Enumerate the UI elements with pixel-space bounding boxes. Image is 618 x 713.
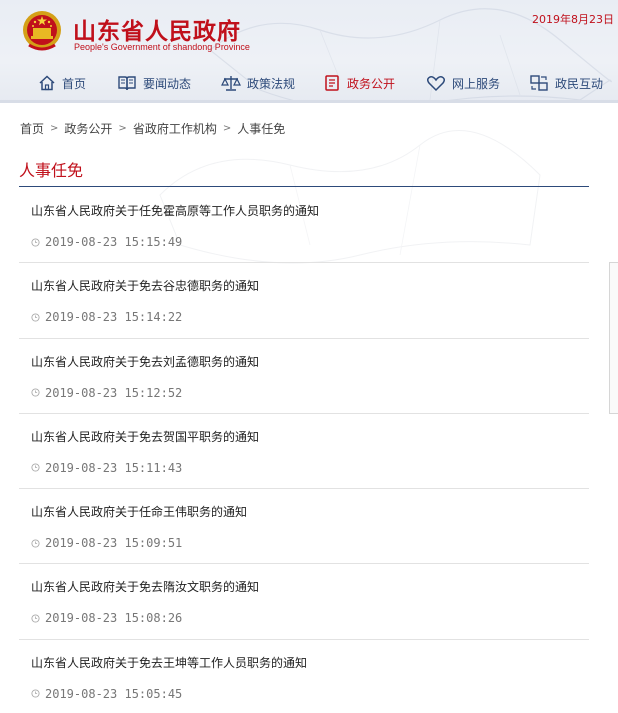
breadcrumb-separator: > — [222, 122, 232, 134]
breadcrumb-current: 人事任免 — [237, 121, 286, 136]
article-timestamp: 2019-08-23 15:12:52 — [31, 386, 182, 400]
clock-icon — [31, 313, 40, 322]
list-item: 山东省人民政府关于免去王坤等工作人员职务的通知 2019-08-23 15:05… — [19, 640, 589, 713]
list-item: 山东省人民政府关于任命王伟职务的通知 2019-08-23 15:09:51 — [19, 489, 589, 565]
article-timestamp: 2019-08-23 15:08:26 — [31, 611, 182, 625]
clock-icon — [31, 689, 40, 698]
article-time: 2019-08-23 15:05:45 — [45, 686, 183, 701]
article-time: 2019-08-23 15:14:22 — [45, 310, 183, 325]
article-timestamp: 2019-08-23 15:14:22 — [31, 310, 182, 324]
nav-item-news[interactable]: 要闻动态 — [117, 68, 191, 98]
heart-icon — [426, 76, 446, 92]
nav-label: 网上服务 — [452, 76, 501, 91]
article-link[interactable]: 山东省人民政府关于免去贺国平职务的通知 — [31, 428, 259, 445]
breadcrumb-gov-affairs[interactable]: 政务公开 — [64, 120, 112, 137]
article-link[interactable]: 山东省人民政府关于任命王伟职务的通知 — [31, 503, 247, 520]
article-link[interactable]: 山东省人民政府关于免去王坤等工作人员职务的通知 — [31, 654, 307, 671]
national-emblem-icon — [23, 11, 61, 51]
nav-item-home[interactable]: 首页 — [38, 68, 86, 98]
main-nav: 首页 要闻动态 政策法规 政务公开 网上服务 政民互动 — [0, 68, 618, 98]
section-title: 人事任免 — [19, 161, 84, 180]
article-time: 2019-08-23 15:09:51 — [45, 536, 183, 551]
article-timestamp: 2019-08-23 15:05:45 — [31, 687, 182, 701]
list-item: 山东省人民政府关于免去刘孟德职务的通知 2019-08-23 15:12:52 — [19, 339, 589, 414]
nav-label: 政民互动 — [555, 76, 604, 91]
article-link[interactable]: 山东省人民政府关于任免霍高原等工作人员职务的通知 — [31, 202, 319, 219]
document-icon — [325, 75, 339, 91]
article-link[interactable]: 山东省人民政府关于免去谷忠德职务的通知 — [31, 277, 259, 294]
clock-icon — [31, 614, 40, 623]
site-title: 山东省人民政府 — [73, 18, 241, 45]
article-time: 2019-08-23 15:11:43 — [45, 460, 183, 475]
article-time: 2019-08-23 15:15:49 — [45, 235, 183, 249]
nav-label: 政策法规 — [247, 76, 296, 91]
article-timestamp: 2019-08-23 15:11:43 — [31, 461, 182, 475]
nav-item-gov-affairs[interactable]: 政务公开 — [323, 68, 395, 98]
breadcrumb-agencies[interactable]: 省政府工作机构 — [133, 120, 217, 137]
list-item: 山东省人民政府关于免去隋汝文职务的通知 2019-08-23 15:08:26 — [19, 564, 589, 640]
interaction-icon — [530, 75, 548, 91]
nav-label: 要闻动态 — [143, 76, 192, 91]
article-link[interactable]: 山东省人民政府关于免去刘孟德职务的通知 — [31, 353, 259, 370]
site-subtitle: People's Government of shandong Province — [74, 42, 250, 52]
article-timestamp: 2019-08-23 15:09:51 — [31, 536, 182, 550]
breadcrumb-separator: > — [50, 122, 59, 134]
nav-item-policy[interactable]: 政策法规 — [221, 68, 295, 98]
list-item: 山东省人民政府关于免去谷忠德职务的通知 2019-08-23 15:14:22 — [19, 263, 589, 339]
current-date: 2019年8月23日 — [532, 13, 614, 26]
article-time: 2019-08-23 15:08:26 — [45, 611, 183, 626]
nav-label: 政务公开 — [347, 76, 396, 91]
clock-icon — [31, 237, 40, 247]
nav-item-online-service[interactable]: 网上服务 — [426, 68, 500, 98]
site-header: 山东省人民政府 People's Government of shandong … — [0, 0, 618, 103]
breadcrumb: 首页 > 政务公开 > 省政府工作机构 > 人事任免 — [20, 118, 285, 138]
section-divider — [19, 186, 589, 187]
side-panel-edge — [609, 262, 618, 414]
article-list: 山东省人民政府关于任免霍高原等工作人员职务的通知 2019-08-23 15:1… — [19, 188, 589, 713]
list-item: 山东省人民政府关于任免霍高原等工作人员职务的通知 2019-08-23 15:1… — [19, 188, 589, 264]
nav-item-interaction[interactable]: 政民互动 — [529, 68, 603, 98]
clock-icon — [31, 388, 40, 397]
article-time: 2019-08-23 15:12:52 — [45, 385, 183, 400]
home-icon — [39, 75, 55, 91]
breadcrumb-separator: > — [118, 122, 127, 134]
list-item: 山东省人民政府关于免去贺国平职务的通知 2019-08-23 15:11:43 — [19, 414, 589, 490]
article-link[interactable]: 山东省人民政府关于免去隋汝文职务的通知 — [31, 578, 259, 595]
book-icon — [118, 76, 136, 91]
scales-icon — [221, 76, 241, 91]
nav-label: 首页 — [62, 76, 87, 91]
clock-icon — [31, 463, 40, 472]
clock-icon — [31, 539, 40, 548]
article-timestamp: 2019-08-23 15:15:49 — [31, 235, 182, 249]
breadcrumb-home[interactable]: 首页 — [20, 120, 44, 137]
header-divider — [0, 100, 618, 103]
